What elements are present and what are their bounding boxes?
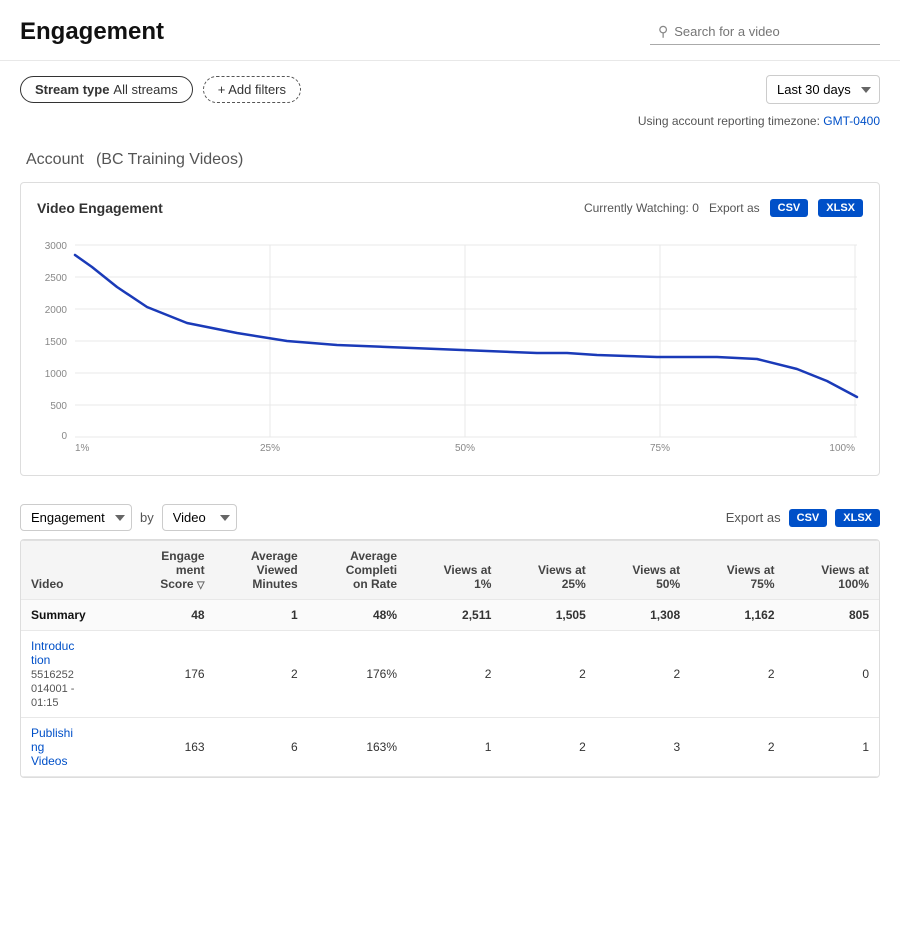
svg-text:2000: 2000 <box>45 305 68 316</box>
svg-text:2500: 2500 <box>45 273 68 284</box>
date-range-wrapper: Last 30 days Last 7 days Last 90 days Cu… <box>766 75 880 104</box>
table-row: PublishingVideos 163 6 163% 1 2 3 2 1 <box>21 718 879 777</box>
svg-text:0: 0 <box>61 431 67 442</box>
summary-avg-completion: 48% <box>308 600 407 631</box>
svg-text:100%: 100% <box>829 443 855 454</box>
summary-views-25: 1,505 <box>501 600 595 631</box>
row2-views-1: 1 <box>407 718 501 777</box>
svg-text:75%: 75% <box>650 443 670 454</box>
col-avg-completion: AverageCompletion Rate <box>308 541 407 600</box>
row2-engagement: 163 <box>125 718 215 777</box>
timezone-link[interactable]: GMT-0400 <box>823 114 880 128</box>
summary-engagement-score: 48 <box>125 600 215 631</box>
col-views-1: Views at1% <box>407 541 501 600</box>
account-heading: Account (BC Training Videos) <box>0 136 900 182</box>
date-range-select[interactable]: Last 30 days Last 7 days Last 90 days Cu… <box>766 75 880 104</box>
page-title: Engagement <box>20 18 164 46</box>
svg-text:1500: 1500 <box>45 337 68 348</box>
chart-meta: Currently Watching: 0 Export as CSV XLSX <box>584 199 863 217</box>
svg-text:3000: 3000 <box>45 241 68 252</box>
summary-avg-viewed-min: 1 <box>215 600 308 631</box>
video-link-introduction[interactable]: Introduction <box>31 639 74 667</box>
add-filters-label: + Add filters <box>218 82 286 97</box>
row2-views-75: 2 <box>690 718 784 777</box>
filters-row: Stream type All streams + Add filters La… <box>0 61 900 112</box>
summary-views-1: 2,511 <box>407 600 501 631</box>
row2-views-50: 3 <box>596 718 690 777</box>
stream-type-filter[interactable]: Stream type All streams <box>20 76 193 103</box>
video-id-introduction: 5516252014001 -01:15 <box>31 669 74 709</box>
stream-type-value: All streams <box>113 82 177 97</box>
row1-views-100: 0 <box>785 631 879 718</box>
row2-views-25: 2 <box>501 718 595 777</box>
account-title: Account <box>26 151 84 168</box>
col-views-100: Views at100% <box>785 541 879 600</box>
by-label: by <box>140 510 154 525</box>
export-as-label: Export as <box>709 201 760 215</box>
row2-avg-viewed: 6 <box>215 718 308 777</box>
row1-views-50: 2 <box>596 631 690 718</box>
table-export-label: Export as <box>726 510 781 525</box>
row1-avg-viewed: 2 <box>215 631 308 718</box>
dimension-select[interactable]: Video Player <box>162 504 237 531</box>
add-filters-button[interactable]: + Add filters <box>203 76 301 103</box>
table-header-row: Video EngagementScore ▽ AverageViewedMin… <box>21 541 879 600</box>
row1-views-75: 2 <box>690 631 784 718</box>
summary-views-75: 1,162 <box>690 600 784 631</box>
chart-area: 3000 2500 2000 1500 1000 500 0 1% <box>37 229 863 459</box>
row1-engagement: 176 <box>125 631 215 718</box>
chart-header: Video Engagement Currently Watching: 0 E… <box>37 199 863 217</box>
filters-left: Stream type All streams + Add filters <box>20 76 301 103</box>
table-controls-right: Export as CSV XLSX <box>726 509 880 527</box>
search-input[interactable] <box>674 24 872 39</box>
row2-views-100: 1 <box>785 718 879 777</box>
engagement-table: Video EngagementScore ▽ AverageViewedMin… <box>21 540 879 777</box>
summary-label: Summary <box>21 600 125 631</box>
svg-text:25%: 25% <box>260 443 280 454</box>
svg-text:1000: 1000 <box>45 369 68 380</box>
table-export-csv-button[interactable]: CSV <box>789 509 828 527</box>
svg-text:50%: 50% <box>455 443 475 454</box>
col-views-75: Views at75% <box>690 541 784 600</box>
video-cell-publishing: PublishingVideos <box>21 718 125 777</box>
svg-text:1%: 1% <box>75 443 90 454</box>
col-avg-viewed-min: AverageViewedMinutes <box>215 541 308 600</box>
stream-type-label: Stream type <box>35 82 109 97</box>
timezone-row: Using account reporting timezone: GMT-04… <box>0 112 900 136</box>
col-engagement-score[interactable]: EngagementScore ▽ <box>125 541 215 600</box>
video-cell-introduction: Introduction 5516252014001 -01:15 <box>21 631 125 718</box>
search-icon: ⚲ <box>658 23 668 40</box>
col-views-25: Views at25% <box>501 541 595 600</box>
table-controls-left: Engagement Views by Video Player <box>20 504 237 531</box>
timezone-prefix: Using account reporting timezone: <box>638 114 820 128</box>
chart-export-xlsx-button[interactable]: XLSX <box>818 199 863 217</box>
metric-select[interactable]: Engagement Views <box>20 504 132 531</box>
table-row: Introduction 5516252014001 -01:15 176 2 … <box>21 631 879 718</box>
table-export-xlsx-button[interactable]: XLSX <box>835 509 880 527</box>
svg-text:500: 500 <box>50 401 67 412</box>
summary-views-50: 1,308 <box>596 600 690 631</box>
page-header: Engagement ⚲ <box>0 0 900 61</box>
chart-title: Video Engagement <box>37 200 163 216</box>
table-controls: Engagement Views by Video Player Export … <box>0 492 900 539</box>
data-table-wrapper: Video EngagementScore ▽ AverageViewedMin… <box>20 539 880 778</box>
row1-views-1: 2 <box>407 631 501 718</box>
summary-views-100: 805 <box>785 600 879 631</box>
summary-row: Summary 48 1 48% 2,511 1,505 1,308 1,162… <box>21 600 879 631</box>
chart-card: Video Engagement Currently Watching: 0 E… <box>20 182 880 476</box>
engagement-chart: 3000 2500 2000 1500 1000 500 0 1% <box>37 229 867 459</box>
currently-watching-label: Currently Watching: 0 <box>584 201 699 215</box>
chart-export-csv-button[interactable]: CSV <box>770 199 809 217</box>
col-views-50: Views at50% <box>596 541 690 600</box>
row2-avg-completion: 163% <box>308 718 407 777</box>
sort-arrow-engagement: ▽ <box>197 580 205 591</box>
row1-avg-completion: 176% <box>308 631 407 718</box>
account-subtitle: (BC Training Videos) <box>96 151 243 168</box>
row1-views-25: 2 <box>501 631 595 718</box>
video-link-publishing[interactable]: PublishingVideos <box>31 726 73 768</box>
col-video: Video <box>21 541 125 600</box>
search-box[interactable]: ⚲ <box>650 19 880 45</box>
